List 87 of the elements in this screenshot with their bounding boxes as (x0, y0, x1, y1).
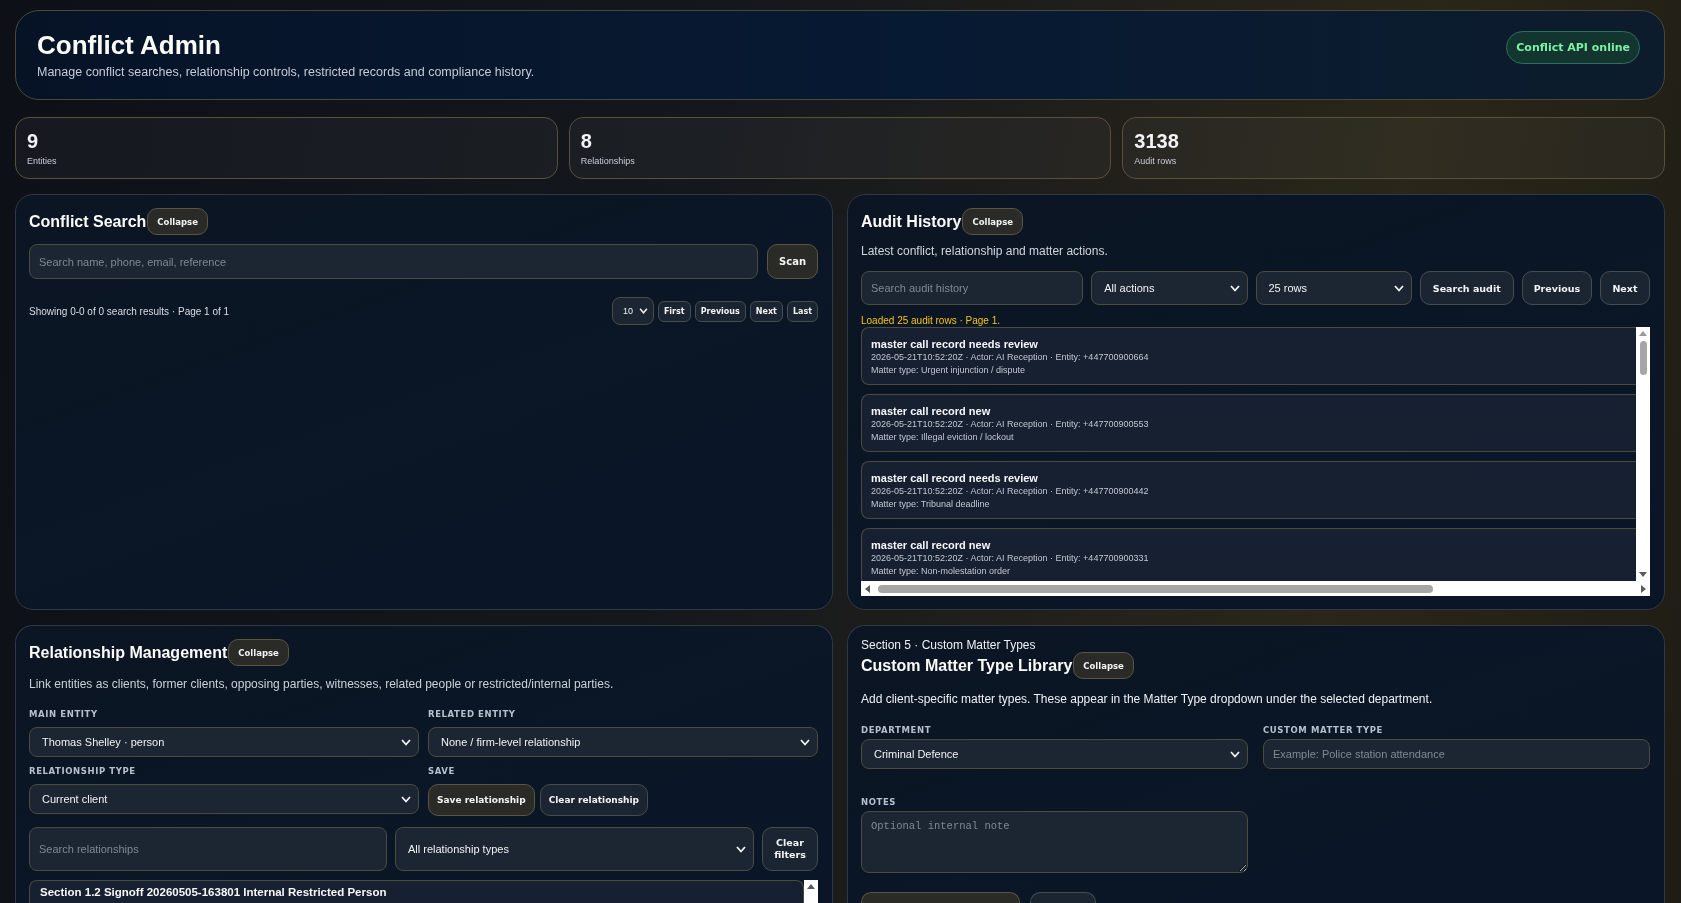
panel-description: Link entities as clients, former clients, opposing parties, witnesses, related people or restricted/internal parties. (29, 676, 615, 692)
panel-title: Custom Matter Type Library (861, 655, 1073, 676)
stat-value: 9 (27, 130, 40, 152)
triangle-up-icon (1639, 331, 1647, 336)
entry-details: 2026-05-21T10:52:20Z · Actor: AI Reception · Entity: +447700900442 (871, 485, 1150, 498)
panel-description: Add client-specific matter types. These appear in the Matter Type dropdown under the selected department. (861, 691, 1434, 707)
audit-action-button[interactable]: Search audit (1419, 271, 1514, 305)
stat-label: Audit rows (1134, 155, 1178, 167)
relationship-search-field[interactable]: Search relationships (29, 827, 387, 871)
stat-value: 8 (580, 130, 593, 152)
load-status: Loaded 25 audit rows · Page 1. (861, 315, 1001, 327)
page-title: Conflict Admin (37, 30, 222, 60)
pager-button[interactable]: First (657, 300, 691, 322)
horizontal-scrollbar[interactable] (861, 581, 1650, 596)
pager-button[interactable]: Next (749, 300, 783, 322)
chevron-down-icon (638, 308, 648, 314)
scrollbar-thumb[interactable] (1639, 341, 1647, 375)
action-button[interactable] (1030, 892, 1096, 903)
field-label: NOTES (861, 796, 898, 809)
chevron-down-icon (1230, 750, 1240, 758)
collapse-button[interactable]: Collapse (228, 639, 289, 666)
vertical-scrollbar[interactable] (804, 880, 818, 903)
row-count-select[interactable]: 25 rows (1255, 271, 1412, 305)
conflict-search-field[interactable]: Search name, phone, email, reference (29, 244, 758, 279)
collapse-button[interactable]: Collapse (147, 208, 208, 235)
scan-button[interactable]: Scan (767, 244, 818, 279)
panel-title: Conflict Search (29, 211, 147, 232)
entry-title: master call record needs review (871, 471, 1039, 485)
entry-matter-type: Matter type: Illegal eviction / lockout (871, 431, 1015, 444)
stat-value: 3138 (1134, 130, 1180, 152)
triangle-up-icon (807, 884, 815, 889)
scrollbar-thumb[interactable] (878, 584, 1433, 593)
field-label: RELATED ENTITY (428, 708, 517, 721)
custom-matter-type-field[interactable]: Example: Police station attendance (1263, 739, 1650, 769)
chevron-down-icon (1393, 284, 1404, 292)
notes-field[interactable]: Optional internal note (861, 811, 1248, 873)
relationship-record: Section 1.2 Signoff 20260505-163801 Internal Restricted Person (29, 880, 804, 903)
action-button[interactable] (861, 892, 1020, 903)
entry-title: master call record new (871, 404, 992, 418)
audit-action-button[interactable]: Next (1599, 271, 1650, 305)
field-label: MAIN ENTITY (29, 708, 99, 721)
results-summary: Showing 0-0 of 0 search results · Page 1 of 1 (29, 305, 230, 317)
page-subtitle: Manage conflict searches, relationship controls, restricted records and compliance history. (37, 64, 535, 80)
audit-action-button[interactable]: Previous (1521, 271, 1592, 305)
chevron-down-icon (736, 845, 746, 853)
relationship-type-filter-select[interactable]: All relationship types (395, 827, 754, 871)
field-label: CUSTOM MATTER TYPE (1263, 724, 1384, 737)
field-label: SAVE (428, 765, 456, 778)
department-select[interactable]: Criminal Defence (861, 739, 1248, 769)
panel-subtitle: Latest conflict, relationship and matter actions. (861, 243, 1109, 259)
chevron-down-icon (1229, 284, 1240, 292)
page-size-select[interactable]: 10 (611, 297, 654, 325)
related-entity-select[interactable]: None / firm-level relationship (428, 727, 818, 757)
field-label: RELATIONSHIP TYPE (29, 765, 137, 778)
entry-details: 2026-05-21T10:52:20Z · Actor: AI Reception · Entity: +447700900553 (871, 418, 1150, 431)
chevron-down-icon (800, 738, 810, 746)
vertical-scrollbar[interactable] (1636, 327, 1650, 581)
entry-matter-type: Matter type: Tribunal deadline (871, 498, 991, 511)
main-entity-select[interactable]: Thomas Shelley · person (29, 727, 419, 757)
audit-search-field[interactable]: Search audit history (861, 271, 1084, 305)
triangle-right-icon (1641, 584, 1646, 593)
chevron-down-icon (401, 795, 411, 803)
api-status-badge: Conflict API online (1506, 31, 1640, 64)
triangle-left-icon (865, 584, 870, 593)
action-filter-select[interactable]: All actions (1091, 271, 1248, 305)
entry-title: master call record needs review (871, 337, 1039, 351)
section-label: Section 5 · Custom Matter Types (861, 638, 1037, 652)
relationship-action-button[interactable]: Save relationship (428, 784, 535, 816)
entry-matter-type: Matter type: Non-molestation order (871, 565, 1012, 578)
entry-title: master call record new (871, 538, 992, 552)
field-label: DEPARTMENT (861, 724, 933, 737)
stat-label: Entities (27, 155, 58, 167)
clear-filters-button[interactable]: Clear filters (762, 827, 818, 871)
triangle-down-icon (1639, 572, 1647, 577)
relationship-type-select[interactable]: Current client (29, 784, 419, 814)
pager-button[interactable]: Previous (694, 300, 746, 322)
pager-button[interactable]: Last (786, 300, 818, 322)
collapse-button[interactable]: Collapse (1073, 652, 1134, 679)
chevron-down-icon (401, 738, 411, 746)
relationship-action-button[interactable]: Clear relationship (539, 784, 649, 816)
panel-title: Relationship Management (29, 642, 228, 663)
panel-title: Audit History (861, 211, 962, 232)
collapse-button[interactable]: Collapse (962, 208, 1023, 235)
stat-label: Relationships (580, 155, 636, 167)
entry-details: 2026-05-21T10:52:20Z · Actor: AI Reception · Entity: +447700900331 (871, 552, 1150, 565)
entry-details: 2026-05-21T10:52:20Z · Actor: AI Reception · Entity: +447700900664 (871, 351, 1150, 364)
entry-matter-type: Matter type: Urgent injunction / dispute (871, 364, 1027, 377)
